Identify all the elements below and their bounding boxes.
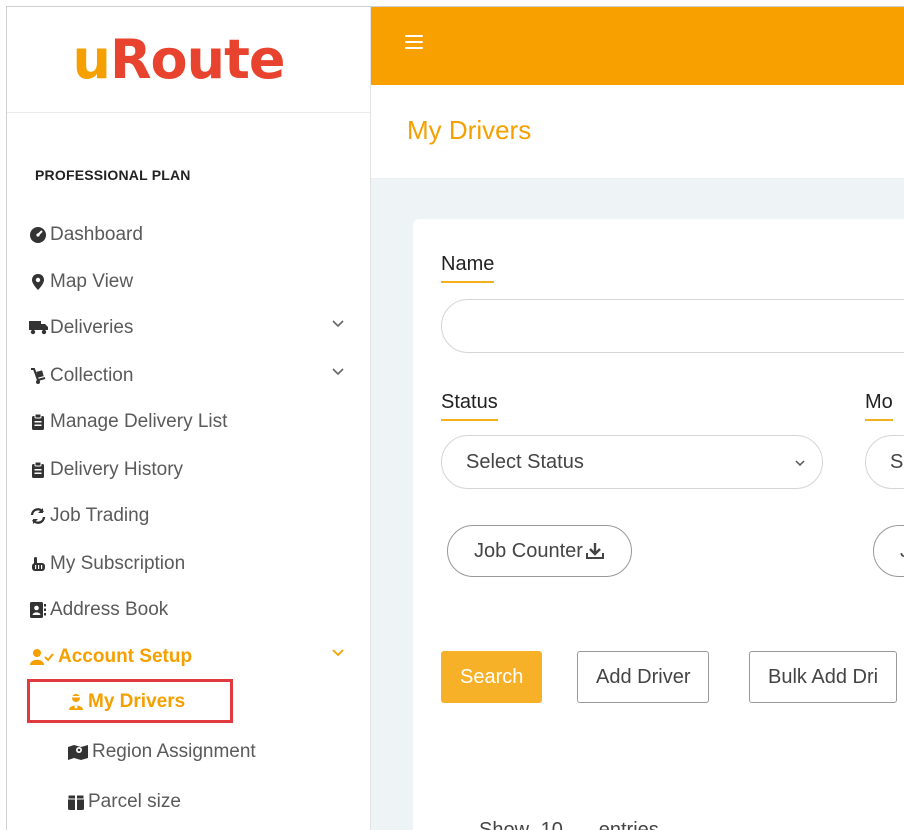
chevron-down-icon <box>795 460 805 467</box>
show-entries: Show 10 ⌄ entries <box>479 817 659 830</box>
hand-icon <box>29 555 47 573</box>
mobile-label: Mo <box>865 391 893 421</box>
job-counter-button[interactable]: Job Counter <box>447 525 632 577</box>
chevron-down-icon[interactable] <box>331 646 345 660</box>
sidebar-item-parcel-size[interactable]: Parcel size <box>67 789 357 815</box>
title-bar: My Drivers <box>371 85 904 179</box>
download-icon <box>585 543 604 559</box>
plan-label: PROFESSIONAL PLAN <box>35 167 191 183</box>
entries-select[interactable]: 10 <box>541 819 563 830</box>
name-input[interactable] <box>441 299 904 353</box>
bulk-add-driver-button[interactable]: Bulk Add Dri <box>749 651 898 703</box>
user-check-icon <box>29 648 55 666</box>
sidebar-item-region-assignment[interactable]: Region Assignment <box>67 739 357 765</box>
chevron-down-icon: ⌄ <box>572 819 590 830</box>
sidebar-item-map-view[interactable]: Map View <box>29 269 359 295</box>
uroute-logo[interactable]: uRoute <box>72 28 285 91</box>
dolly-icon <box>29 367 47 385</box>
status-label: Status <box>441 391 498 421</box>
my-drivers-highlight <box>27 679 233 723</box>
chevron-down-icon[interactable] <box>331 317 345 331</box>
name-label: Name <box>441 253 495 283</box>
clipboard-icon <box>29 413 47 431</box>
partial-button[interactable]: J <box>873 525 904 577</box>
sidebar-item-job-trading[interactable]: Job Trading <box>29 503 359 529</box>
map-marker-icon <box>29 273 47 291</box>
box-icon <box>67 793 85 811</box>
chevron-down-icon[interactable] <box>331 365 345 379</box>
mobile-select[interactable]: S <box>865 435 904 489</box>
sidebar-item-my-subscription[interactable]: My Subscription <box>29 551 359 577</box>
sidebar: uRoute PROFESSIONAL PLAN Dashboard Map V… <box>7 7 371 830</box>
logo-area: uRoute <box>7 7 370 113</box>
address-book-icon <box>29 601 47 619</box>
sidebar-item-deliveries[interactable]: Deliveries <box>29 315 359 341</box>
content-area: Name Status Select Status Mo S Job Count… <box>371 179 904 830</box>
clipboard-icon <box>29 461 47 479</box>
add-driver-button[interactable]: Add Driver <box>577 651 710 703</box>
sync-icon <box>29 507 47 525</box>
top-bar <box>371 7 904 85</box>
sidebar-item-address-book[interactable]: Address Book <box>29 597 359 623</box>
status-select[interactable]: Select Status <box>441 435 823 489</box>
truck-icon <box>29 319 48 337</box>
app-frame: uRoute PROFESSIONAL PLAN Dashboard Map V… <box>6 6 904 830</box>
sidebar-item-account-setup[interactable]: Account Setup <box>29 644 359 670</box>
search-button[interactable]: Search <box>441 651 543 703</box>
map-region-icon <box>67 743 89 761</box>
sidebar-item-dashboard[interactable]: Dashboard <box>29 222 359 248</box>
sidebar-item-manage-delivery-list[interactable]: Manage Delivery List <box>29 409 359 435</box>
page-title: My Drivers <box>407 115 532 145</box>
hamburger-menu-icon[interactable] <box>405 35 423 49</box>
sidebar-item-delivery-history[interactable]: Delivery History <box>29 457 359 483</box>
dashboard-icon <box>29 226 47 244</box>
sidebar-item-collection[interactable]: Collection <box>29 363 359 389</box>
filter-card: Name Status Select Status Mo S Job Count… <box>413 219 904 830</box>
